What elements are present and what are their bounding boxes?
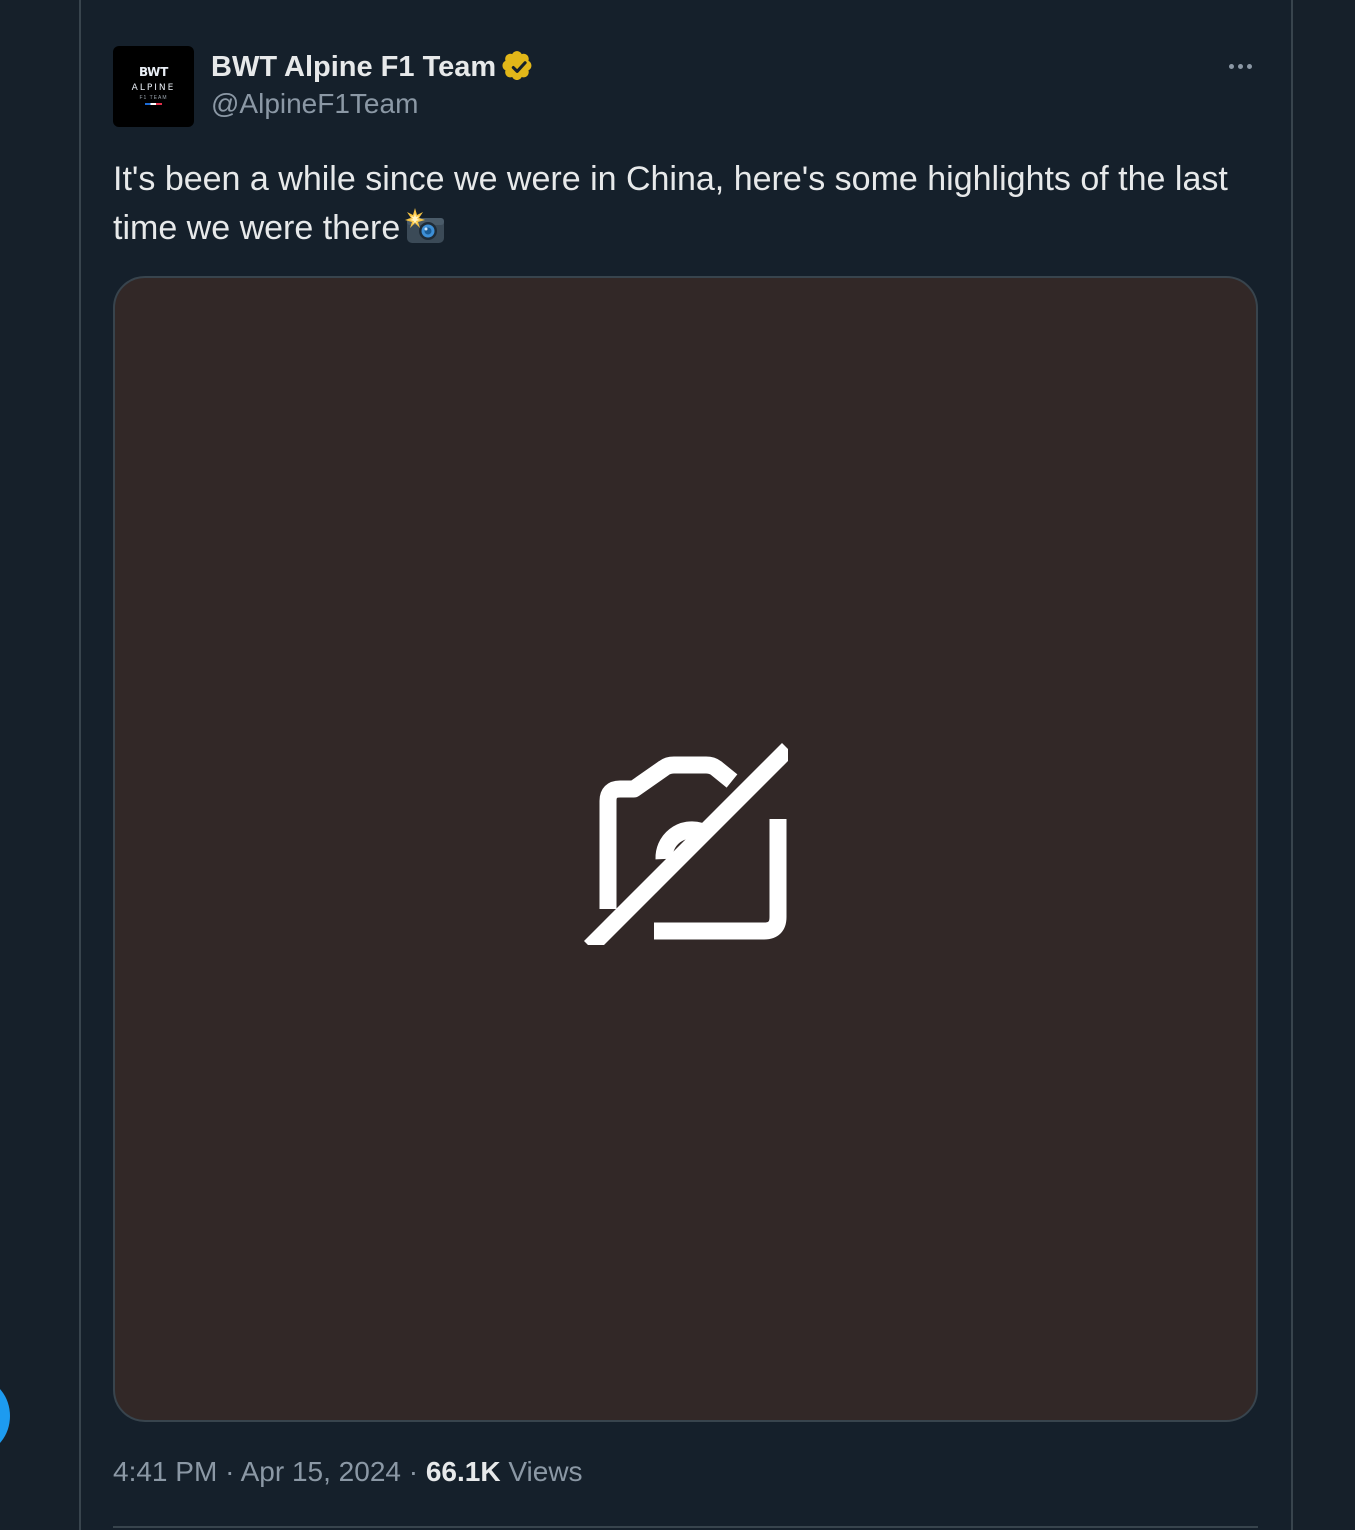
author-handle[interactable]: @AlpineF1Team <box>211 88 418 120</box>
tweet-meta: 4:41 PM · Apr 15, 2024 · 66.1K Views <box>113 1456 583 1488</box>
compose-fab-edge[interactable] <box>0 1380 10 1452</box>
tweet-date[interactable]: Apr 15, 2024 <box>241 1456 401 1487</box>
more-options-icon-dot <box>1237 63 1243 69</box>
tweet-text: It's been a while since we were in China… <box>113 155 1258 253</box>
more-options-button[interactable] <box>1218 52 1262 80</box>
avatar-logo-brand: BWT <box>138 65 168 79</box>
author-display-name[interactable]: BWT Alpine F1 Team <box>211 51 496 84</box>
more-options-icon-dot <box>1246 63 1252 69</box>
meta-separator: · <box>225 1456 235 1487</box>
tweet-media[interactable] <box>113 276 1258 1422</box>
avatar-logo-sub: F1 TEAM <box>139 95 168 101</box>
views-label: Views <box>508 1456 583 1487</box>
camera-flash-icon <box>405 208 445 243</box>
more-options-icon <box>1228 63 1234 69</box>
meta-separator: · <box>408 1456 419 1487</box>
verified-badge-icon[interactable] <box>502 50 536 84</box>
divider <box>113 1526 1258 1528</box>
page: BWT ALPINE F1 TEAM BWT Alpine F1 Team @A… <box>0 0 1355 1530</box>
avatar[interactable]: BWT ALPINE F1 TEAM <box>113 46 194 127</box>
avatar-logo-stripe <box>145 103 162 105</box>
author-name-row: BWT Alpine F1 Team <box>211 47 536 87</box>
tweet-time[interactable]: 4:41 PM <box>113 1456 217 1487</box>
no-image-icon <box>584 742 788 945</box>
tweet-text-body: It's been a while since we were in China… <box>113 160 1228 247</box>
views-count[interactable]: 66.1K <box>426 1456 501 1487</box>
avatar-logo-word: ALPINE <box>131 83 176 93</box>
